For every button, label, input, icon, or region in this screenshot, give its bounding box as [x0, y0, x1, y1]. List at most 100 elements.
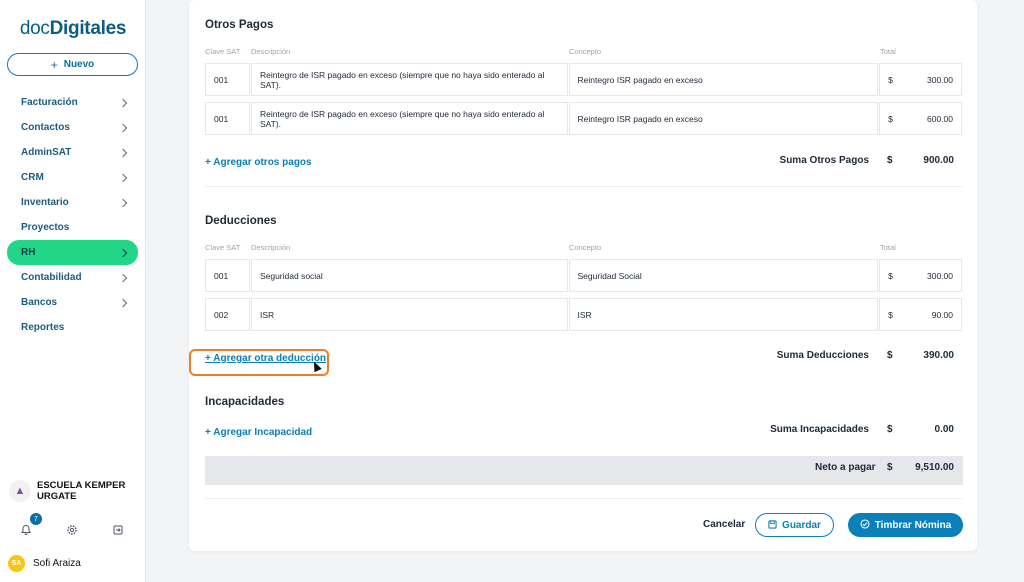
- table-row[interactable]: 002 ISR ISR $90.00: [205, 298, 962, 331]
- floppy-disk-icon: [768, 519, 777, 531]
- net-pay-value: 9,510.00: [915, 462, 954, 473]
- currency-symbol: $: [887, 155, 893, 166]
- bell-icon[interactable]: 7: [16, 513, 42, 540]
- table-row[interactable]: 001 Reintegro de ISR pagado en exceso (s…: [205, 63, 962, 96]
- sidebar-item-contactos[interactable]: Contactos: [7, 115, 138, 140]
- sum-deducciones-label: Suma Deducciones: [776, 350, 869, 361]
- sidebar-item-contabilidad[interactable]: Contabilidad: [7, 265, 138, 290]
- sidebar-item-rh[interactable]: RH: [7, 240, 138, 265]
- app-logo[interactable]: docDigitales: [0, 18, 146, 40]
- add-deduccion-link[interactable]: + Agregar otra deducción: [205, 353, 326, 364]
- stamp-payroll-button[interactable]: Timbrar Nómina: [848, 513, 963, 537]
- sidebar-item-label: AdminSAT: [21, 147, 72, 158]
- column-header-total: Total: [880, 243, 896, 252]
- cell-clave[interactable]: 001: [205, 102, 250, 135]
- sidebar-item-inventario[interactable]: Inventario: [7, 190, 138, 215]
- save-button-label: Guardar: [782, 519, 821, 531]
- sidebar-item-crm[interactable]: CRM: [7, 165, 138, 190]
- currency-symbol: $: [887, 462, 893, 473]
- chevron-right-icon: [118, 248, 128, 257]
- check-circle-icon: [860, 519, 870, 531]
- net-pay-label: Neto a pagar: [815, 462, 876, 473]
- sum-incapacidades-label: Suma Incapacidades: [770, 424, 869, 435]
- sidebar-item-adminsat[interactable]: AdminSAT: [7, 140, 138, 165]
- chevron-right-icon: [118, 298, 128, 307]
- cell-concepto[interactable]: ISR: [568, 298, 879, 331]
- organization-logo-icon: ▲: [9, 480, 31, 502]
- total-value: 300.00: [927, 270, 953, 281]
- sidebar-item-label: Contabilidad: [21, 272, 82, 283]
- user-profile[interactable]: SA Sofi Araiza: [8, 555, 81, 572]
- sum-incapacidades-value: 0.00: [934, 424, 954, 435]
- cell-clave[interactable]: 001: [205, 63, 250, 96]
- cell-descripcion[interactable]: Reintegro de ISR pagado en exceso (siemp…: [250, 63, 568, 96]
- column-header-clave: Clave SAT: [205, 243, 241, 252]
- cell-descripcion[interactable]: Seguridad social: [250, 259, 568, 292]
- chevron-right-icon: [118, 148, 128, 157]
- avatar: SA: [8, 555, 25, 572]
- currency-symbol: $: [888, 74, 893, 85]
- logo-text-digitales: Digitales: [49, 18, 127, 39]
- section-title-otros-pagos: Otros Pagos: [205, 19, 274, 31]
- add-otros-pagos-link[interactable]: + Agregar otros pagos: [205, 157, 312, 168]
- sidebar-item-label: Inventario: [21, 197, 69, 208]
- table-row[interactable]: 001 Seguridad social Seguridad Social $3…: [205, 259, 962, 292]
- chevron-right-icon: [118, 123, 128, 132]
- sidebar-item-label: CRM: [21, 172, 44, 183]
- section-title-deducciones: Deducciones: [205, 215, 277, 227]
- sidebar-item-label: Reportes: [21, 322, 65, 333]
- currency-symbol: $: [888, 113, 893, 124]
- cell-descripcion[interactable]: Reintegro de ISR pagado en exceso (siemp…: [250, 102, 568, 135]
- cell-descripcion[interactable]: ISR: [250, 298, 568, 331]
- logo-text-doc: doc: [19, 18, 50, 39]
- sum-deducciones-value: 390.00: [923, 350, 954, 361]
- total-value: 600.00: [927, 113, 953, 124]
- cancel-button[interactable]: Cancelar: [703, 519, 745, 530]
- sidebar-item-reportes[interactable]: Reportes: [7, 315, 138, 340]
- organization-switcher[interactable]: ▲ ESCUELA KEMPER URGATE: [9, 480, 137, 502]
- new-button[interactable]: + Nuevo: [7, 53, 138, 76]
- table-row[interactable]: 001 Reintegro de ISR pagado en exceso (s…: [205, 102, 962, 135]
- cell-total[interactable]: $600.00: [879, 102, 962, 135]
- gear-icon[interactable]: [62, 520, 82, 540]
- cell-concepto[interactable]: Seguridad Social: [568, 259, 879, 292]
- sidebar-item-label: Facturación: [21, 97, 78, 108]
- cell-total[interactable]: $300.00: [879, 63, 962, 96]
- cell-total[interactable]: $90.00: [879, 298, 962, 331]
- column-header-descripcion: Descripción: [251, 47, 291, 56]
- sidebar-item-label: Bancos: [21, 297, 58, 308]
- sidebar-item-label: Contactos: [21, 122, 70, 133]
- cell-clave[interactable]: 001: [205, 259, 250, 292]
- chevron-right-icon: [118, 273, 128, 282]
- logout-icon[interactable]: [108, 520, 128, 540]
- add-incapacidad-link[interactable]: + Agregar Incapacidad: [205, 427, 312, 438]
- sidebar-nav: Facturación Contactos AdminSAT CRM Inven…: [7, 90, 138, 340]
- utility-bar: 7: [16, 513, 128, 540]
- chevron-right-icon: [118, 198, 128, 207]
- sidebar-item-proyectos[interactable]: Proyectos: [7, 215, 138, 240]
- section-title-incapacidades: Incapacidades: [205, 396, 285, 408]
- currency-symbol: $: [887, 424, 893, 435]
- currency-symbol: $: [888, 270, 893, 281]
- sum-otros-pagos-value: 900.00: [923, 155, 954, 166]
- total-value: 90.00: [931, 309, 953, 320]
- stamp-payroll-button-label: Timbrar Nómina: [874, 519, 952, 531]
- new-button-label: Nuevo: [63, 59, 95, 70]
- sidebar-item-label: Proyectos: [21, 222, 70, 233]
- cell-clave[interactable]: 002: [205, 298, 250, 331]
- column-header-concepto: Concepto: [569, 243, 602, 252]
- plus-icon: +: [50, 57, 58, 72]
- sidebar-item-bancos[interactable]: Bancos: [7, 290, 138, 315]
- currency-symbol: $: [888, 309, 893, 320]
- sidebar-item-label: RH: [21, 247, 36, 258]
- sidebar: docDigitales + Nuevo Facturación Contact…: [0, 0, 146, 582]
- cell-concepto[interactable]: Reintegro ISR pagado en exceso: [568, 63, 879, 96]
- sidebar-item-facturacion[interactable]: Facturación: [7, 90, 138, 115]
- save-button[interactable]: Guardar: [755, 513, 834, 537]
- cell-total[interactable]: $300.00: [879, 259, 962, 292]
- payroll-detail-card: Otros Pagos Clave SAT Descripción Concep…: [189, 0, 977, 551]
- cell-concepto[interactable]: Reintegro ISR pagado en exceso: [568, 102, 879, 135]
- sum-otros-pagos-label: Suma Otros Pagos: [779, 155, 869, 166]
- column-header-descripcion: Descripción: [251, 243, 291, 252]
- column-header-concepto: Concepto: [569, 47, 602, 56]
